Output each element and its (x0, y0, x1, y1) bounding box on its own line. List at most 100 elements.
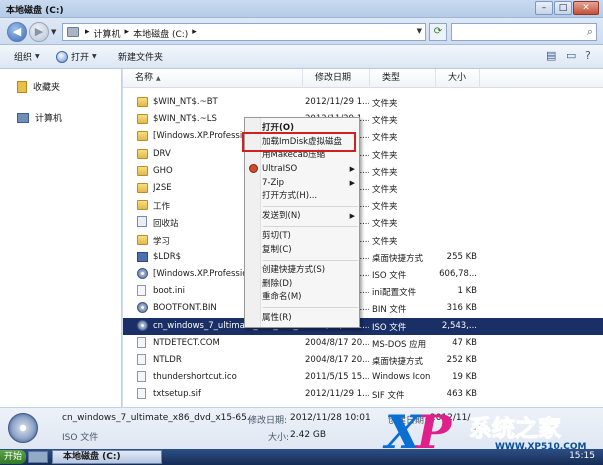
file-name: thundershortcut.ico (153, 372, 237, 383)
column-header-type[interactable]: 类型 (370, 69, 436, 88)
search-input[interactable]: ⌕ (451, 23, 597, 41)
details-size-label: 大小: (268, 433, 290, 443)
nav-item-favorites[interactable]: 收藏夹 (17, 80, 60, 93)
file-size: 1 KB (457, 286, 477, 297)
column-header-date[interactable]: 修改日期 (303, 69, 370, 88)
file-date: 2004/8/17 20... (305, 355, 369, 365)
menu-item-rename[interactable]: 重命名(M) (262, 291, 359, 304)
file-row[interactable]: cn_windows_7_ultimate_x86_dvd_x1...2012/… (123, 317, 603, 335)
file-row[interactable]: GHO2012/11/29 1...文件夹 (123, 163, 603, 180)
file-type: 文件夹 (372, 236, 398, 247)
folder-icon (137, 97, 148, 107)
refresh-icon: ⟳ (433, 26, 443, 37)
column-header-label: 名称 (135, 73, 154, 83)
nav-item-label: 收藏夹 (33, 83, 61, 93)
highlight-box (242, 132, 356, 152)
file-row[interactable]: $WIN_NT$.~BT 2012/11/29 1... 文件夹 (123, 94, 603, 111)
refresh-button[interactable]: ⟳ (429, 23, 447, 41)
folder-icon (137, 200, 148, 211)
taskbar-window-button[interactable]: 本地磁盘 (C:) (52, 450, 162, 464)
new-folder-button[interactable]: 新建文件夹 (118, 50, 163, 63)
file-row[interactable]: 回收站2012/11/29 1...文件夹 (123, 214, 603, 231)
file-row[interactable]: 工作2012/11/29 1...文件夹 (123, 197, 603, 214)
file-row[interactable]: J2SE2012/11/29 1...文件夹 (123, 180, 603, 197)
watermark-text: 系统之家 (469, 416, 562, 443)
menu-item-open-with[interactable]: 打开方式(H)... (262, 190, 359, 203)
menu-separator (263, 260, 358, 261)
file-row[interactable]: $LDR$2012/11/29 1...桌面快捷方式255 KB (123, 249, 603, 266)
file-type: 桌面快捷方式 (372, 357, 424, 367)
forward-button[interactable]: ▶ (29, 22, 49, 42)
chevron-down-icon: ▼ (92, 53, 97, 60)
open-button[interactable]: 打开 ▼ (56, 50, 97, 63)
breadcrumb-computer[interactable]: 计算机 (94, 27, 121, 40)
search-icon: ⌕ (586, 25, 593, 38)
menu-item-send-to[interactable]: 发送到(N) ▶ (262, 210, 359, 223)
watermark-x: X (385, 405, 421, 459)
file-row[interactable]: $WIN_NT$.~LS2012/11/29 1...文件夹 (123, 111, 603, 128)
file-type: 文件夹 (372, 133, 398, 144)
breadcrumb-separator[interactable]: ▸ (192, 27, 197, 40)
file-row[interactable]: txtsetup.sif 2012/11/29 1... SIF 文件 463 KB (123, 386, 603, 403)
back-button[interactable]: ◀ (7, 22, 27, 42)
organize-button[interactable]: 组织 ▼ (14, 50, 40, 63)
menu-item-label: UltraISO (262, 164, 298, 174)
file-row[interactable]: [Windows.XP.Professional2012/11/29 1...I… (123, 266, 603, 283)
nav-item-computer[interactable]: 计算机 (17, 111, 62, 124)
file-row[interactable]: boot.ini2012/11/29 1...ini配置文件1 KB (123, 283, 603, 300)
close-button[interactable]: ✕ (573, 1, 599, 15)
computer-icon (17, 112, 29, 123)
help-icon[interactable]: ? (585, 49, 591, 62)
breadcrumb-local-disk[interactable]: 本地磁盘 (C:) (133, 27, 188, 40)
folder-icon (137, 165, 148, 176)
nav-item-label: 计算机 (35, 114, 63, 124)
preview-pane-icon[interactable]: ▭ (566, 49, 576, 62)
menu-item-delete[interactable]: 删除(D) (262, 278, 359, 291)
file-icon (137, 336, 146, 348)
file-type: ISO 文件 (372, 322, 407, 333)
menu-item-cut[interactable]: 剪切(T) (262, 230, 359, 243)
menu-item-create-shortcut[interactable]: 创建快捷方式(S) (262, 264, 359, 277)
file-row[interactable]: thundershortcut.ico 2011/5/15 15... Window… (123, 369, 603, 386)
column-headers: 名称 ▲ 修改日期 类型 大小 (123, 69, 603, 88)
file-size: 606,78... (439, 269, 477, 279)
file-row[interactable]: NTLDR 2004/8/17 20... 桌面快捷方式 252 KB (123, 352, 603, 369)
menu-item-ultraiso[interactable]: UltraISO ▶ (262, 163, 359, 176)
file-row[interactable]: [Windows.XP.Professional2012/11/29 1...文… (123, 128, 603, 145)
file-row[interactable]: DRV2012/11/29 1...文件夹 (123, 146, 603, 163)
view-options-icon[interactable]: ▤ (546, 49, 556, 62)
folder-icon (137, 234, 148, 245)
address-bar[interactable]: ▸ 计算机 ▸ 本地磁盘 (C:) ▸ ▼ (62, 23, 426, 41)
submenu-arrow-icon: ▶ (349, 179, 355, 187)
menu-item-7zip[interactable]: 7-Zip ▶ (262, 177, 359, 190)
breadcrumb-separator[interactable]: ▸ (125, 27, 130, 40)
address-dropdown-icon[interactable]: ▼ (417, 27, 422, 35)
file-row[interactable]: 学习2012/11/29 1...文件夹 (123, 232, 603, 249)
details-modified-value: 2012/11/28 10:01 (290, 413, 371, 423)
file-row[interactable]: NTDETECT.COM 2004/8/17 20... MS-DOS 应用 47 K… (123, 335, 603, 352)
file-row[interactable]: BOOTFONT.BIN2012/11/29 1...BIN 文件316 KB (123, 300, 603, 317)
column-header-size[interactable]: 大小 (436, 69, 480, 88)
open-icon (56, 50, 68, 63)
column-header-label: 大小 (448, 73, 467, 83)
start-button[interactable]: 开始 (0, 450, 27, 464)
favorites-icon (17, 80, 27, 93)
minimize-button[interactable]: – (535, 1, 553, 15)
open-label: 打开 (71, 53, 90, 63)
file-name: NTDETECT.COM (153, 337, 220, 348)
file-type: 文件夹 (372, 167, 398, 178)
window-controls: – □ ✕ (535, 1, 599, 15)
column-header-name[interactable]: 名称 ▲ (123, 69, 303, 88)
file-size: 463 KB (446, 389, 477, 400)
recent-pages-dropdown[interactable]: ▼ (51, 28, 56, 36)
menu-item-properties[interactable]: 属性(R) (262, 312, 359, 325)
taskbar-quicklaunch-icon[interactable] (28, 451, 48, 463)
maximize-button[interactable]: □ (554, 1, 572, 15)
menu-item-copy[interactable]: 复制(C) (262, 244, 359, 257)
file-type: SIF 文件 (372, 391, 405, 402)
file-icon (137, 371, 146, 383)
forward-arrow-icon: ▶ (34, 25, 44, 38)
breadcrumb-separator[interactable]: ▸ (85, 27, 90, 40)
file-size: 316 KB (446, 303, 477, 314)
file-icon (137, 354, 146, 365)
